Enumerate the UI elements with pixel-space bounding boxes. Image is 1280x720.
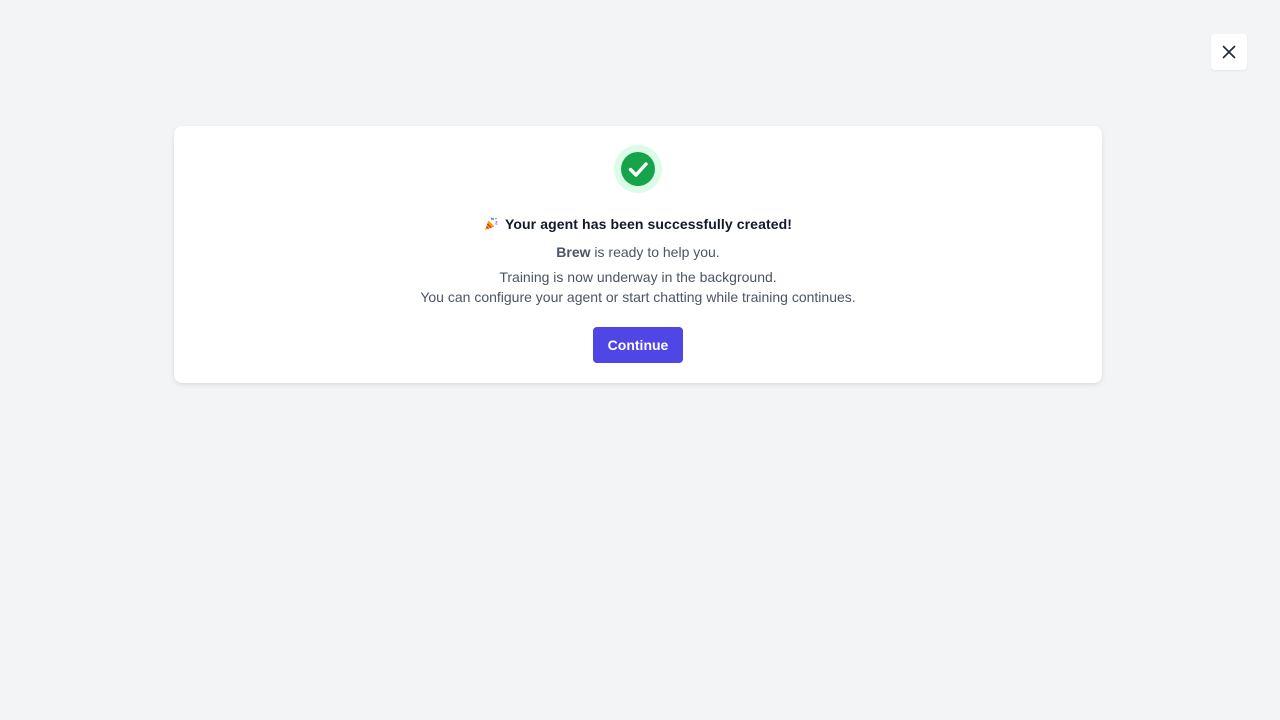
check-circle-icon	[621, 152, 655, 186]
party-popper-icon	[484, 217, 498, 231]
success-modal: Your agent has been successfully created…	[174, 126, 1102, 383]
agent-ready-text: is ready to help you.	[590, 244, 720, 260]
configure-hint-text: You can configure your agent or start ch…	[420, 289, 856, 305]
training-status-text: Training is now underway in the backgrou…	[499, 269, 777, 285]
modal-title-text: Your agent has been successfully created…	[504, 216, 793, 232]
close-button[interactable]	[1211, 34, 1247, 70]
success-badge	[614, 145, 662, 193]
agent-name: Brew	[556, 244, 591, 260]
continue-button[interactable]: Continue	[593, 327, 683, 363]
close-icon	[1222, 45, 1236, 59]
agent-ready-message: Brew is ready to help you.	[174, 244, 1102, 260]
modal-title: Your agent has been successfully created…	[174, 216, 1102, 232]
success-page: Your agent has been successfully created…	[0, 0, 1280, 720]
